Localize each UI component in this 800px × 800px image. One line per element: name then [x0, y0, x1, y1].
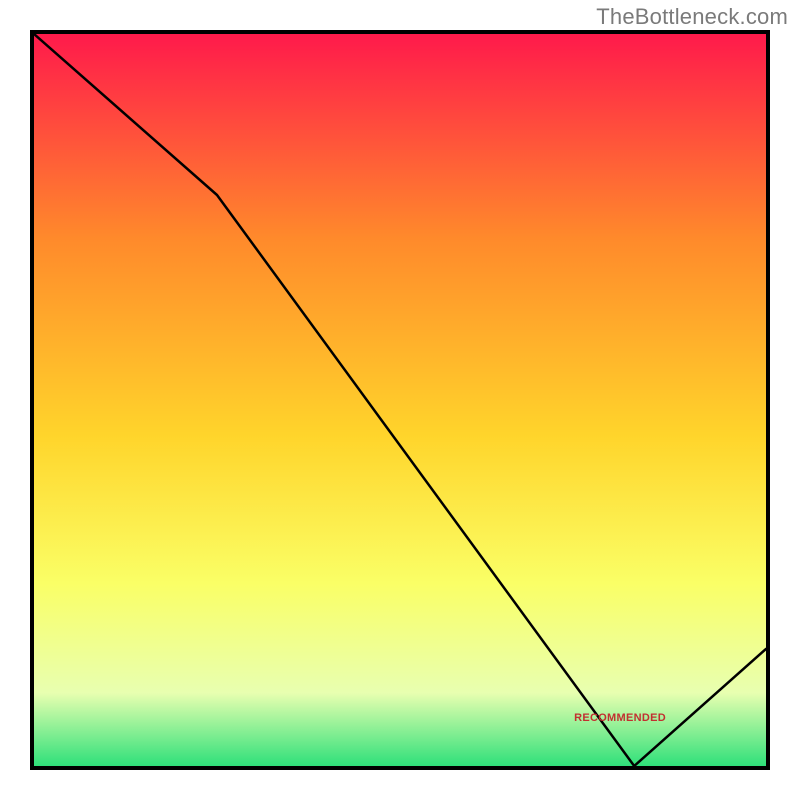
plot-area: RECOMMENDED [30, 30, 770, 770]
chart-container: TheBottleneck.com RECOMMENDED [0, 0, 800, 800]
recommended-label: RECOMMENDED [574, 712, 666, 724]
watermark-text: TheBottleneck.com [596, 4, 788, 30]
plot-svg [34, 34, 766, 766]
gradient-background [34, 34, 766, 766]
